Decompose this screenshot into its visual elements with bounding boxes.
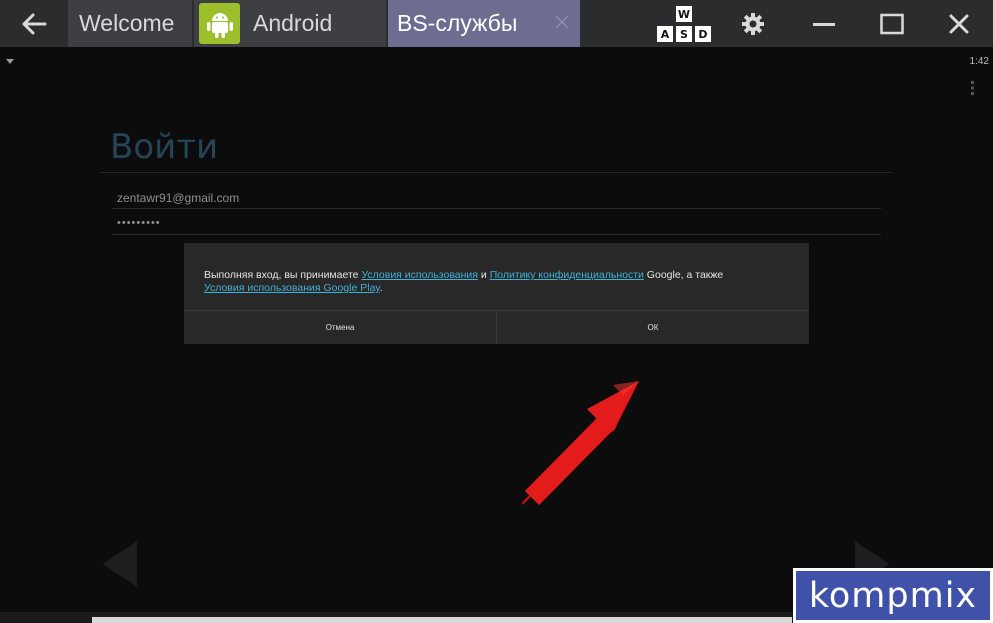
password-underline bbox=[112, 234, 881, 235]
key-s: S bbox=[676, 26, 692, 42]
key-a: A bbox=[657, 26, 673, 42]
key-w: W bbox=[676, 6, 692, 22]
dialog-text: . bbox=[379, 282, 383, 294]
back-arrow-icon bbox=[22, 13, 46, 34]
close-window-button[interactable] bbox=[941, 0, 977, 47]
minimize-icon bbox=[813, 22, 835, 26]
dialog-message: Выполняя вход, вы принимаете Условия исп… bbox=[204, 269, 794, 295]
prev-arrow-icon[interactable] bbox=[103, 541, 139, 587]
tab-label: Welcome bbox=[79, 10, 175, 36]
close-tab-icon[interactable] bbox=[552, 12, 572, 32]
email-field[interactable]: zentawr91@gmail.com bbox=[117, 191, 239, 205]
tab-label: BS-службы bbox=[397, 10, 518, 36]
privacy-link[interactable]: Политику конфиденциальности bbox=[490, 269, 644, 281]
red-pointer-arrow-icon bbox=[522, 381, 639, 506]
minimize-button[interactable] bbox=[806, 0, 842, 47]
dialog-text: Выполняя вход, вы принимаете bbox=[204, 269, 362, 281]
ok-button[interactable]: ОК bbox=[497, 311, 809, 344]
tab-android[interactable]: Android bbox=[194, 0, 386, 47]
tab-label: Android bbox=[253, 10, 333, 36]
email-underline bbox=[112, 208, 881, 209]
maximize-icon bbox=[880, 13, 904, 34]
android-icon bbox=[199, 3, 240, 44]
play-terms-link[interactable]: Условия использования Google Play bbox=[204, 282, 380, 294]
title-divider bbox=[100, 172, 893, 173]
dialog-text: и bbox=[477, 269, 490, 281]
password-field[interactable]: ••••••••• bbox=[117, 217, 161, 229]
window-titlebar: Welcome Android BS-службы W A S D bbox=[0, 0, 993, 47]
terms-dialog: Выполняя вход, вы принимаете Условия исп… bbox=[184, 243, 809, 344]
maximize-button[interactable] bbox=[874, 0, 910, 47]
back-button[interactable] bbox=[0, 0, 67, 47]
watermark-logo: kompmix bbox=[793, 568, 993, 623]
status-time: 1:42 bbox=[969, 56, 989, 67]
gear-icon bbox=[742, 12, 764, 35]
overflow-menu-icon[interactable] bbox=[971, 81, 975, 95]
close-icon bbox=[949, 14, 969, 33]
keyboard-mapping-icon[interactable]: W A S D bbox=[655, 4, 713, 44]
tab-welcome[interactable]: Welcome bbox=[68, 0, 192, 47]
page-title: Войти bbox=[110, 127, 219, 167]
tab-bs-services[interactable]: BS-службы bbox=[388, 0, 580, 47]
key-d: D bbox=[695, 26, 711, 42]
dialog-text: Google, а также bbox=[643, 269, 724, 281]
settings-button[interactable] bbox=[735, 0, 771, 47]
terms-link[interactable]: Условия использования bbox=[361, 269, 478, 281]
notification-icon bbox=[6, 59, 14, 64]
taskbar-highlight bbox=[92, 617, 792, 623]
cancel-button[interactable]: Отмена bbox=[184, 311, 496, 344]
